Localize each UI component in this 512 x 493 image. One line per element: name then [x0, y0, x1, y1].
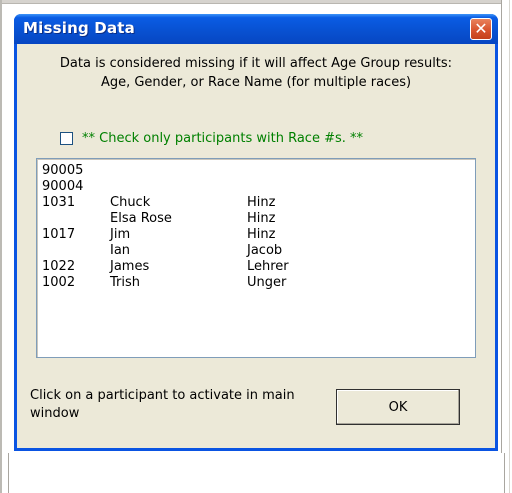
participant-number: 1017	[42, 227, 76, 242]
list-item[interactable]: Elsa Rose Hinz	[37, 211, 475, 227]
participant-last-name: Unger	[247, 275, 287, 290]
participant-list-body: 90005 90004 1031 Chuck Hinz Elsa Rose Hinz 1017…	[37, 159, 475, 291]
participant-last-name: Jacob	[247, 243, 283, 258]
list-item[interactable]: 90004	[37, 179, 475, 195]
participant-list[interactable]: 90005 90004 1031 Chuck Hinz Elsa Rose Hinz 1017…	[36, 158, 476, 358]
ok-button-label: OK	[388, 399, 408, 415]
ok-button[interactable]: OK	[336, 389, 460, 425]
race-number-checkbox-label[interactable]: ** Check only participants with Race #s.…	[82, 131, 363, 146]
participant-number: 1022	[42, 259, 76, 274]
participant-first-name: Jim	[110, 227, 131, 242]
list-item[interactable]: Ian Jacob	[37, 243, 475, 259]
race-number-checkbox[interactable]	[60, 132, 73, 145]
missing-data-dialog: Missing Data ✕ Data is considered missin…	[14, 14, 498, 451]
participant-last-name: Hinz	[247, 227, 276, 242]
participant-number: 1002	[42, 275, 76, 290]
hint-text: Click on a participant to activate in ma…	[30, 388, 295, 421]
close-icon: ✕	[474, 19, 488, 38]
participant-last-name: Hinz	[247, 195, 276, 210]
participant-first-name: Ian	[110, 243, 131, 258]
background-right-column	[501, 0, 512, 493]
title-bar[interactable]: Missing Data ✕	[14, 14, 498, 44]
background-window-edge	[0, 0, 512, 4]
background-left-border	[0, 0, 2, 493]
list-item[interactable]: 90005	[37, 163, 475, 179]
close-button[interactable]: ✕	[470, 18, 492, 40]
participant-first-name: Trish	[110, 275, 140, 290]
list-item[interactable]: 1031 Chuck Hinz	[37, 195, 475, 211]
list-item[interactable]: 1002 Trish Unger	[37, 275, 475, 291]
participant-number: 1031	[42, 195, 76, 210]
dialog-description: Data is considered missing if it will af…	[17, 54, 495, 92]
background-bottom-panel	[8, 453, 505, 493]
participant-number: 90005	[42, 163, 84, 178]
participant-first-name: Chuck	[110, 195, 151, 210]
list-item[interactable]: 1017 Jim Hinz	[37, 227, 475, 243]
dialog-title: Missing Data	[23, 19, 135, 37]
participant-number: 90004	[42, 179, 84, 194]
background-right-divider	[509, 0, 510, 493]
participant-first-name: James	[110, 259, 150, 274]
description-line-2: Age, Gender, or Race Name (for multiple …	[100, 75, 412, 90]
participant-last-name: Lehrer	[247, 259, 289, 274]
participant-last-name: Hinz	[247, 211, 276, 226]
list-item[interactable]: 1022 James Lehrer	[37, 259, 475, 275]
description-line-1: Data is considered missing if it will af…	[59, 56, 453, 71]
participant-first-name: Elsa Rose	[110, 211, 172, 226]
